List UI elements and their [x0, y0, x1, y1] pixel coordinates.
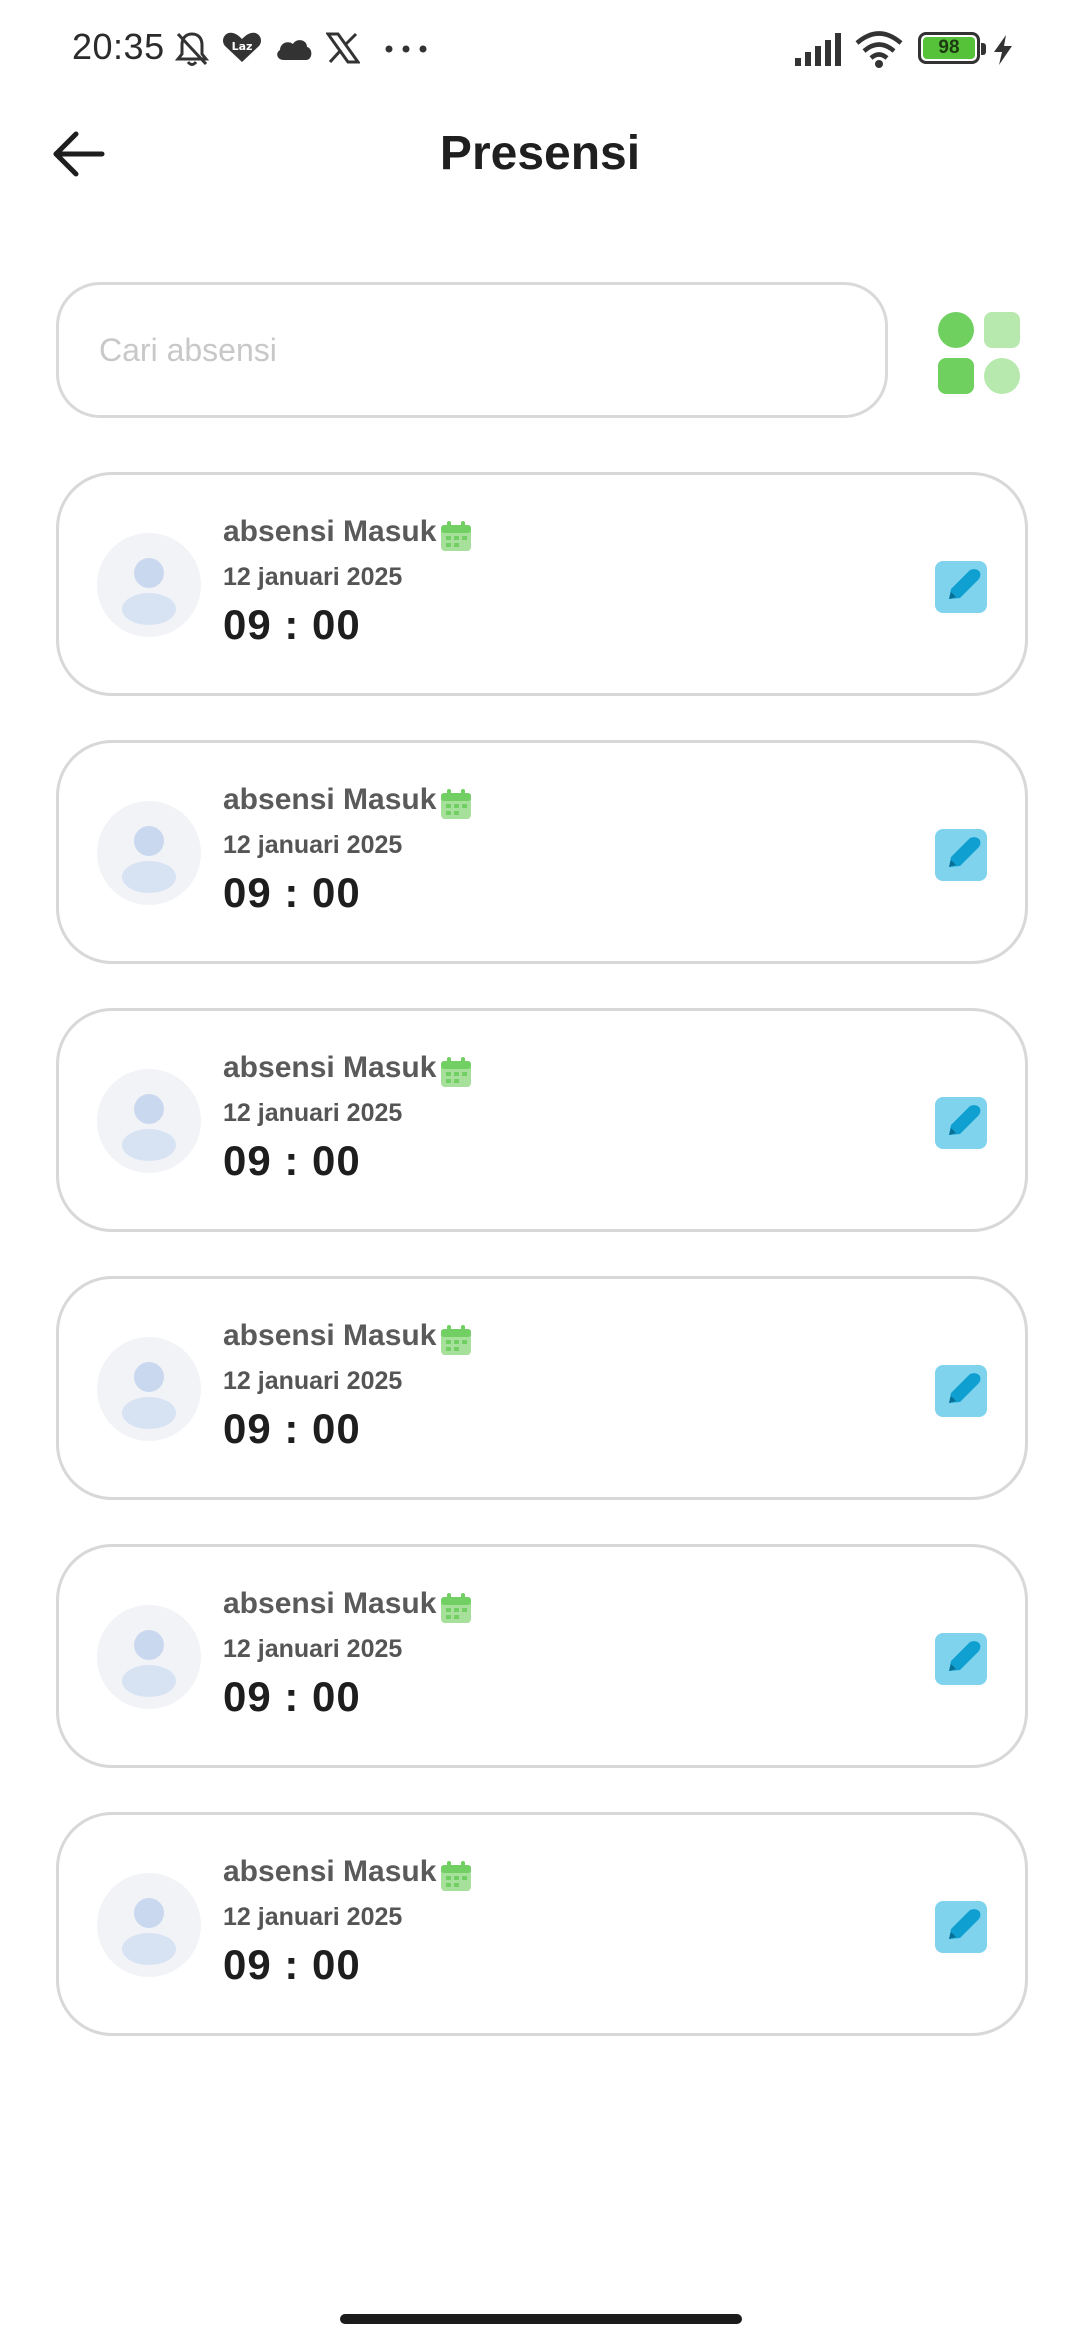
attendance-card[interactable]: absensi Masuk 12 januari 2025 09 : 00	[56, 1276, 1028, 1500]
attendance-date: 12 januari 2025	[223, 1367, 403, 1395]
attendance-date: 12 januari 2025	[223, 1903, 403, 1931]
attendance-time: 09 : 00	[223, 601, 361, 648]
attendance-card[interactable]: absensi Masuk 12 januari 2025 09 : 00	[56, 1812, 1028, 2036]
search-input[interactable]	[56, 282, 888, 418]
edit-button[interactable]	[935, 1633, 987, 1685]
avatar	[97, 1873, 201, 1977]
battery-level: 98	[923, 37, 975, 59]
attendance-title: absensi Masuk	[223, 1855, 437, 1888]
cloud-icon	[277, 40, 312, 60]
calendar-icon	[441, 1325, 471, 1355]
attendance-card[interactable]: absensi Masuk 12 januari 2025 09 : 00	[56, 1008, 1028, 1232]
attendance-list: absensi Masuk 12 januari 2025 09 : 00 ab…	[56, 472, 1028, 2080]
avatar	[97, 801, 201, 905]
edit-button[interactable]	[935, 1901, 987, 1953]
svg-text:Laz: Laz	[232, 40, 253, 53]
pencil-icon	[949, 569, 981, 599]
avatar	[97, 1337, 201, 1441]
calendar-icon	[441, 521, 471, 551]
pencil-icon	[949, 837, 981, 867]
attendance-time: 09 : 00	[223, 1941, 361, 1988]
attendance-date: 12 januari 2025	[223, 1635, 403, 1663]
pencil-icon	[949, 1373, 981, 1403]
avatar	[97, 1069, 201, 1173]
wifi-icon	[855, 31, 903, 68]
battery-icon: 98	[918, 32, 986, 64]
status-time: 20:35	[72, 26, 165, 67]
attendance-date: 12 januari 2025	[223, 1099, 403, 1127]
attendance-card[interactable]: absensi Masuk 12 januari 2025 09 : 00	[56, 740, 1028, 964]
attendance-title: absensi Masuk	[223, 1319, 437, 1352]
avatar	[97, 533, 201, 637]
attendance-time: 09 : 00	[223, 869, 361, 916]
attendance-title: absensi Masuk	[223, 1587, 437, 1620]
pencil-icon	[949, 1909, 981, 1939]
attendance-time: 09 : 00	[223, 1405, 361, 1452]
calendar-icon	[441, 1593, 471, 1623]
attendance-date: 12 januari 2025	[223, 563, 403, 591]
signal-icon	[795, 33, 841, 66]
edit-button[interactable]	[935, 1365, 987, 1417]
calendar-icon	[441, 1861, 471, 1891]
more-icon	[385, 45, 427, 53]
pencil-icon	[949, 1641, 981, 1671]
attendance-date: 12 januari 2025	[223, 831, 403, 859]
avatar	[97, 1605, 201, 1709]
attendance-title: absensi Masuk	[223, 783, 437, 816]
pencil-icon	[949, 1105, 981, 1135]
edit-button[interactable]	[935, 829, 987, 881]
attendance-time: 09 : 00	[223, 1673, 361, 1720]
attendance-card[interactable]: absensi Masuk 12 januari 2025 09 : 00	[56, 1544, 1028, 1768]
screen: 20:35 Laz 98 Presensi Cari absensi absen…	[0, 0, 1080, 2340]
lazada-icon: Laz	[222, 32, 262, 62]
edit-button[interactable]	[935, 561, 987, 613]
status-bar: 20:35 Laz 98	[0, 0, 1080, 100]
grid-view-icon[interactable]	[936, 310, 1026, 400]
charging-icon	[994, 35, 1012, 65]
attendance-time: 09 : 00	[223, 1137, 361, 1184]
edit-button[interactable]	[935, 1097, 987, 1149]
calendar-icon	[441, 1057, 471, 1087]
x-icon	[326, 32, 360, 64]
bell-off-icon	[174, 32, 210, 66]
calendar-icon	[441, 789, 471, 819]
home-indicator[interactable]	[340, 2314, 742, 2324]
attendance-title: absensi Masuk	[223, 1051, 437, 1084]
attendance-title: absensi Masuk	[223, 515, 437, 548]
page-title: Presensi	[439, 127, 641, 180]
attendance-card[interactable]: absensi Masuk 12 januari 2025 09 : 00	[56, 472, 1028, 696]
